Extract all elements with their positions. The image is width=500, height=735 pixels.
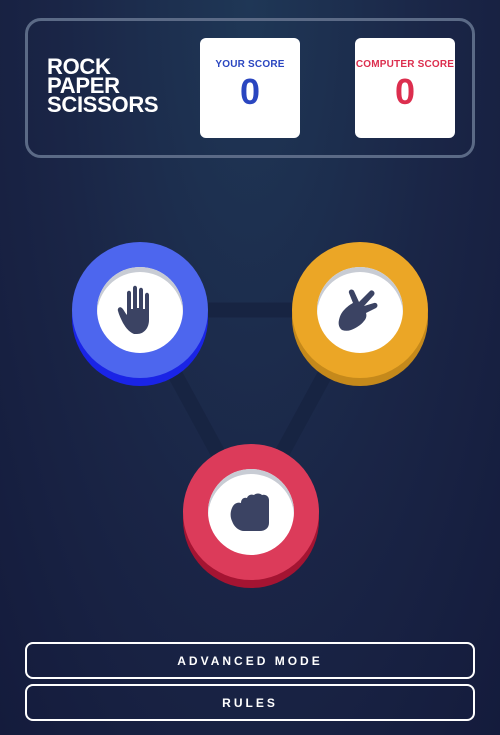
rock-fist-icon [230,493,269,531]
paper-choice-button[interactable] [72,242,208,378]
paper-hand-icon [117,285,149,334]
scissors-choice-button[interactable] [292,242,428,378]
scissors-chip-face [317,267,403,353]
rock-chip-face [208,469,294,555]
triangle-connector [132,302,368,520]
rules-button[interactable]: RULES [25,684,475,721]
scissors-hand-icon [338,289,378,331]
advanced-mode-button[interactable]: ADVANCED MODE [25,642,475,679]
paper-chip-face [97,267,183,353]
rock-choice-button[interactable] [183,444,319,580]
